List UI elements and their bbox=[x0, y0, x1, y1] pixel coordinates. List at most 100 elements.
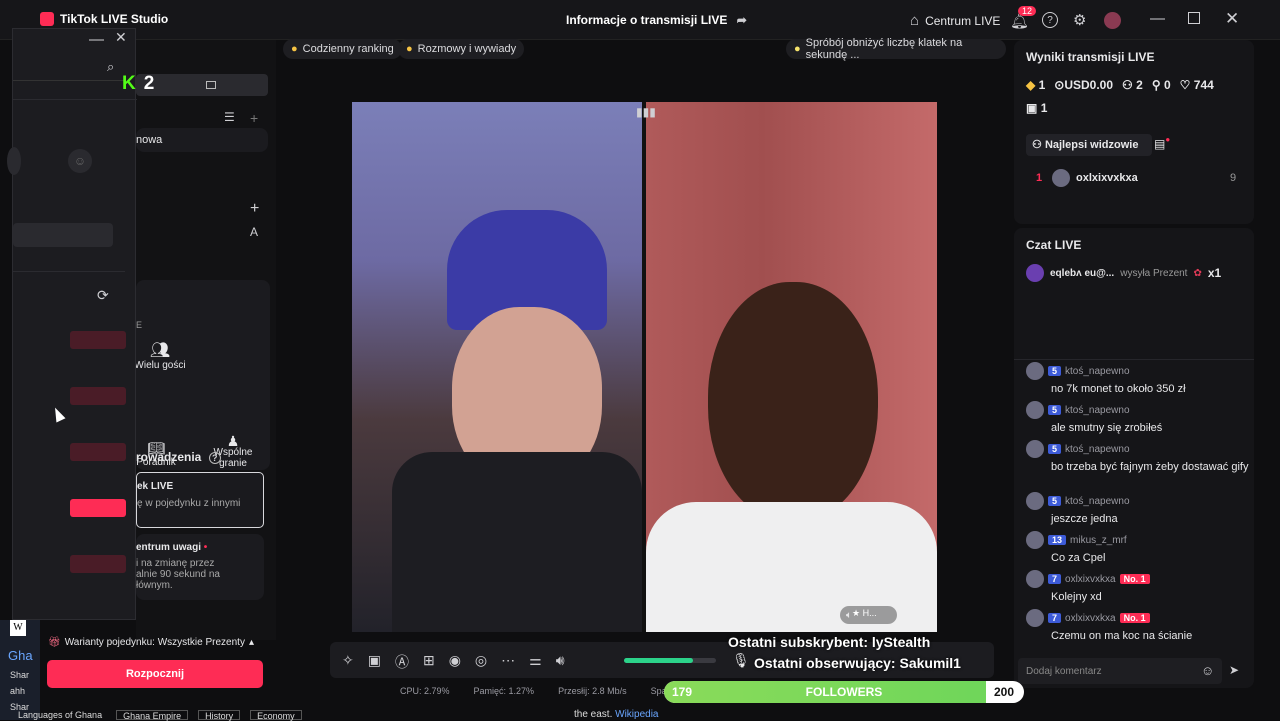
gift-user-name[interactable]: eqlebʌ eu@... bbox=[1050, 268, 1114, 279]
gift-list-tab[interactable]: ▤● bbox=[1154, 135, 1171, 151]
wikipedia-link[interactable]: Wikipedia bbox=[615, 709, 658, 720]
browser-side-text-3: ahh bbox=[10, 686, 26, 696]
gifts-stat: ▣ 1 bbox=[1026, 101, 1047, 115]
category-label: Rozmowy i wywiady bbox=[417, 43, 517, 55]
emoji-icon[interactable]: ☺ bbox=[1201, 663, 1214, 678]
rose-icon: ✿ bbox=[1193, 267, 1202, 279]
scene-item[interactable]: nowa bbox=[136, 128, 268, 152]
red-dot: ● bbox=[1165, 135, 1171, 144]
browser-side-text-2: Shar bbox=[10, 670, 30, 680]
more-icon[interactable]: ⋯ bbox=[501, 652, 515, 672]
magic-wand-icon[interactable]: ✧ bbox=[342, 652, 354, 672]
chat-message: 7 oxlxixvxkxa No. 1 Czemu on ma koc na ścia… bbox=[1026, 609, 1192, 642]
category-pill[interactable]: ● Rozmowy i wywiady bbox=[398, 39, 525, 59]
heart-icon: ♡ bbox=[1179, 78, 1191, 92]
speaker-icon[interactable]: 🔈︎ bbox=[846, 610, 852, 621]
close-icon[interactable]: ✕ bbox=[1225, 9, 1239, 29]
help-icon[interactable]: ? bbox=[1042, 12, 1058, 28]
volume-slider[interactable] bbox=[624, 658, 716, 663]
guest-face bbox=[708, 282, 878, 522]
centrum-live-button[interactable]: ⌂ Centrum LIVE bbox=[910, 12, 1000, 29]
stream-info-title[interactable]: Informacje o transmisji LIVE ➦ bbox=[566, 13, 747, 27]
popup-minimize-icon[interactable]: — bbox=[89, 31, 104, 48]
maximize-icon[interactable] bbox=[1188, 12, 1200, 24]
top-viewers-label: Najlepsi widzowie bbox=[1044, 139, 1139, 151]
follow-icon: ⚲ bbox=[1151, 78, 1161, 92]
daily-ranking-pill[interactable]: ● Codzienny ranking bbox=[283, 39, 402, 59]
invite-button-1[interactable] bbox=[70, 331, 126, 349]
level-badge: 7 bbox=[1048, 574, 1062, 584]
invite-button-4[interactable] bbox=[70, 499, 126, 517]
browser-tab-1[interactable]: Languages of Ghana bbox=[14, 710, 106, 720]
invite-button-3[interactable] bbox=[70, 443, 126, 461]
list-box-icon: ▤ bbox=[1154, 137, 1166, 151]
diamond-count: 1 bbox=[1038, 78, 1046, 92]
battle-mode-card[interactable]: ek LIVE ę w pojedynku z innymi bbox=[136, 472, 264, 528]
gift-icon: 🎁︎ bbox=[48, 637, 61, 648]
daily-ranking-label: Codzienny ranking bbox=[302, 43, 394, 55]
share-icon[interactable]: ➦ bbox=[737, 13, 747, 27]
gear-icon[interactable]: ⚙ bbox=[1073, 11, 1086, 29]
chat-username[interactable]: oxlxixvxkxa bbox=[1065, 613, 1116, 624]
chat-avatar bbox=[1026, 570, 1044, 588]
text-icon[interactable]: A bbox=[250, 225, 258, 239]
chat-text: Kolejny xd bbox=[1051, 591, 1102, 603]
likes-count: 744 bbox=[1193, 78, 1214, 92]
centrum-live-label: Centrum LIVE bbox=[925, 13, 1001, 28]
chat-text: Co za Cpel bbox=[1051, 552, 1106, 564]
browser-tab-4[interactable]: Economy bbox=[250, 710, 302, 721]
add-source-icon[interactable]: + bbox=[250, 200, 259, 218]
chat-username[interactable]: ktoś_napewno bbox=[1065, 405, 1130, 416]
browser-tab-2[interactable]: Ghana Empire bbox=[116, 710, 189, 721]
chat-username[interactable]: ktoś_napewno bbox=[1065, 496, 1130, 507]
top-viewer-avatar bbox=[1052, 169, 1070, 187]
gift-notification: eqlebʌ eu@... wysyła Prezent ✿ x1 bbox=[1026, 264, 1221, 282]
comment-placeholder: Dodaj komentarz bbox=[1026, 666, 1102, 677]
minimize-icon[interactable]: — bbox=[1150, 10, 1165, 27]
chat-username[interactable]: ktoś_napewno bbox=[1065, 444, 1130, 455]
fps-tip-pill[interactable]: ● Spróbój obniżyć liczbę klatek na sekund… bbox=[786, 37, 1006, 61]
browser-tabs: Languages of Ghana Ghana Empire History … bbox=[0, 710, 330, 721]
chat-username[interactable]: ktoś_napewno bbox=[1065, 366, 1130, 377]
volume-icon[interactable]: 🔊︎ bbox=[556, 652, 565, 672]
refresh-icon[interactable]: ⟳ bbox=[97, 287, 109, 304]
level-badge: 13 bbox=[1048, 535, 1067, 545]
invite-button-2[interactable] bbox=[70, 387, 126, 405]
effects-icon[interactable]: ▣ bbox=[368, 652, 381, 672]
spotlight-mode-card[interactable]: entrum uwagi • i na zmianę przez alnie 90… bbox=[136, 534, 264, 600]
list-icon[interactable]: ☰ bbox=[224, 110, 235, 124]
plus-icon[interactable]: + bbox=[250, 110, 258, 126]
invite-button-5[interactable] bbox=[70, 555, 126, 573]
new-dot: • bbox=[203, 542, 208, 553]
ai-icon[interactable]: Ⓐ bbox=[395, 652, 409, 672]
popup-close-icon[interactable]: ✕ bbox=[115, 29, 127, 46]
start-button[interactable]: Rozpocznij bbox=[47, 660, 263, 688]
split-divider bbox=[642, 102, 646, 632]
chat-text: jeszcze jedna bbox=[1051, 513, 1118, 525]
search-icon[interactable]: ⌕ bbox=[107, 59, 114, 75]
avatar[interactable] bbox=[1104, 12, 1121, 29]
chat-username[interactable]: oxlxixvxkxa bbox=[1065, 574, 1116, 585]
microphone-icon[interactable]: 🎙︎ bbox=[732, 652, 750, 669]
send-icon[interactable]: ➤ bbox=[1229, 663, 1239, 677]
divider-2 bbox=[13, 271, 125, 272]
empty-slot-avatar-1 bbox=[7, 147, 21, 175]
fps-tip-label: Spróbój obniżyć liczbę klatek na sekundę… bbox=[805, 37, 963, 61]
add-media-icon[interactable]: ⊞ bbox=[423, 652, 435, 672]
battle-variants-dropdown[interactable]: 🎁︎ Warianty pojedynku: Wszystkie Prezenty… bbox=[48, 637, 254, 648]
multi-guest-button[interactable]: 👥︎ Wielu gości bbox=[132, 340, 188, 371]
top-viewers-tab[interactable]: ⚇ Najlepsi widzowie bbox=[1026, 134, 1152, 156]
camera-icon[interactable]: ◎ bbox=[475, 652, 487, 672]
chat-avatar bbox=[1026, 401, 1044, 419]
info-icon[interactable]: ? bbox=[208, 452, 221, 464]
mixer-icon[interactable]: ⚌ bbox=[529, 652, 542, 672]
layout-toggle[interactable] bbox=[136, 74, 268, 96]
top-viewer-name[interactable]: oxlxixvxkxa bbox=[1076, 172, 1138, 184]
comment-input[interactable]: Dodaj komentarz bbox=[1018, 658, 1222, 684]
live-setting-item[interactable] bbox=[13, 223, 113, 247]
record-icon[interactable]: ◉ bbox=[449, 652, 461, 672]
chat-username[interactable]: mikus_z_mrf bbox=[1070, 535, 1127, 546]
likes-stat: ♡ 744 bbox=[1180, 78, 1214, 92]
browser-tab-3[interactable]: History bbox=[198, 710, 241, 721]
followers-label: FOLLOWERS bbox=[805, 685, 883, 699]
